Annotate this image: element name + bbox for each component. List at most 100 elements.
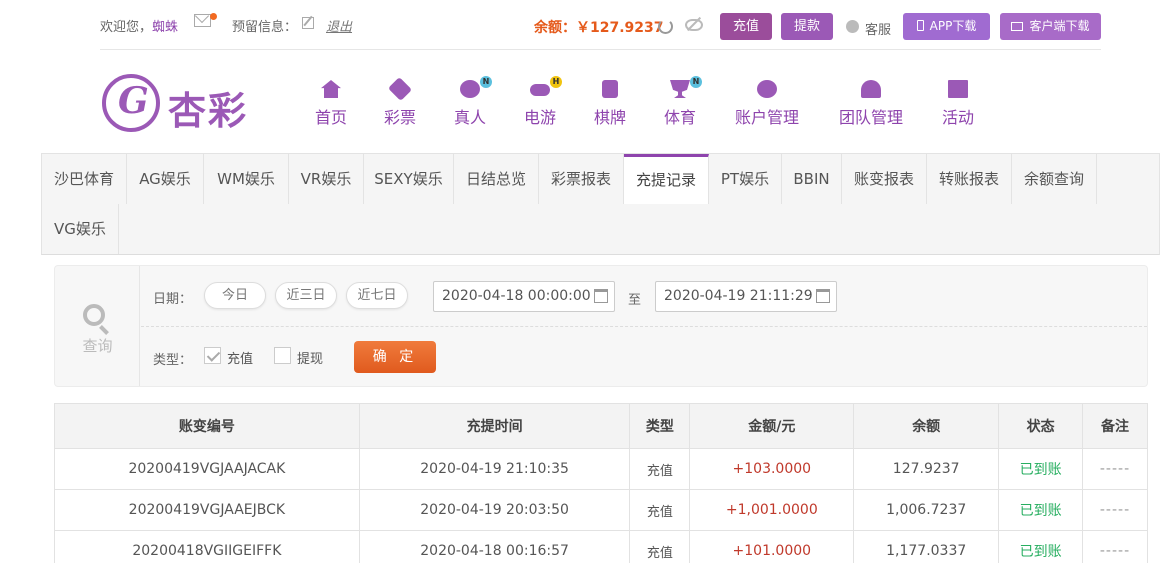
calendar-icon[interactable]: [594, 289, 608, 303]
record-id: 20200419VGJAAEJBCK: [54, 489, 360, 531]
tab-wm[interactable]: WM娱乐: [204, 154, 289, 204]
site-logo[interactable]: 杏彩: [100, 72, 260, 136]
unread-dot-icon: [210, 13, 217, 20]
tab-saba-sports[interactable]: 沙巴体育: [42, 154, 127, 204]
nav-label: 棋牌: [593, 108, 626, 127]
record-balance: 127.9237: [853, 448, 1000, 490]
nav-label: 彩票: [383, 108, 416, 127]
nav-item-lottery[interactable]: 彩票: [382, 76, 418, 128]
record-time: 2020-04-19 20:03:50: [358, 489, 631, 531]
query-side: 查询: [55, 266, 140, 386]
tab-ag[interactable]: AG娱乐: [127, 154, 204, 204]
app-download-button[interactable]: APP下载: [903, 13, 990, 40]
withdraw-checkbox[interactable]: [274, 347, 291, 364]
nav-item-live[interactable]: N 真人: [452, 76, 492, 128]
app-download-label: APP下载: [929, 19, 977, 33]
welcome-text: 欢迎您，: [100, 20, 153, 35]
col-header: 类型: [629, 403, 691, 449]
logo-text: 杏彩: [168, 89, 249, 133]
type-filter-row: 类型： 充值 提现 确 定: [141, 327, 1147, 386]
record-balance: 1,006.7237: [853, 489, 1000, 531]
tab-daily-summary[interactable]: 日结总览: [454, 154, 539, 204]
col-header: 充提时间: [358, 403, 631, 449]
nav-label: 体育: [663, 108, 696, 127]
record-type: 充值: [629, 489, 691, 531]
nav-item-egames[interactable]: H 电游: [522, 76, 562, 128]
tab-pt[interactable]: PT娱乐: [709, 154, 782, 204]
tab-deposit-withdraw-records[interactable]: 充提记录: [624, 154, 709, 204]
mail-icon[interactable]: [194, 14, 211, 27]
top-bar: 欢迎您， 蜘蛛 预留信息： 退出 余额：￥127.9237 充值 提款 客服 A…: [0, 0, 1175, 50]
logout-link[interactable]: 退出: [326, 16, 352, 35]
cards-icon: [598, 78, 622, 100]
gift-icon: [946, 78, 970, 100]
record-note: -----: [1082, 489, 1148, 531]
nav-label: 首页: [314, 108, 347, 127]
date-filter-row: 日期： 今日 近三日 近七日 2020-04-18 00:00:00 至 202…: [141, 266, 1147, 327]
record-note: -----: [1082, 448, 1148, 490]
hot-badge: H: [550, 76, 562, 88]
nav-item-account[interactable]: 账户管理: [732, 78, 802, 128]
tab-balance-change-report[interactable]: 账变报表: [842, 154, 927, 204]
tab-vr[interactable]: VR娱乐: [289, 154, 364, 204]
confirm-button[interactable]: 确 定: [354, 341, 436, 373]
hide-balance-icon[interactable]: [685, 19, 703, 31]
customer-service-link[interactable]: 客服: [865, 19, 891, 38]
report-tabs: 沙巴体育 AG娱乐 WM娱乐 VR娱乐 SEXY娱乐 日结总览 彩票报表 充提记…: [41, 153, 1160, 255]
customer-service-icon[interactable]: [846, 20, 859, 33]
record-status: 已到账: [998, 530, 1084, 563]
client-download-label: 客户端下载: [1029, 19, 1090, 33]
nav-item-home[interactable]: 首页: [313, 78, 349, 128]
record-amount: +1,001.0000: [689, 489, 855, 531]
client-download-button[interactable]: 客户端下载: [1000, 13, 1101, 40]
tab-bbin[interactable]: BBIN: [782, 154, 842, 204]
balance-label: 余额：: [534, 20, 576, 36]
edit-icon[interactable]: [302, 17, 314, 29]
nav-item-activity[interactable]: 活动: [940, 78, 976, 128]
range-7days-button[interactable]: 近七日: [346, 282, 408, 309]
phone-icon: [916, 20, 924, 31]
monitor-icon: [1011, 22, 1024, 31]
tab-balance-query[interactable]: 余额查询: [1012, 154, 1097, 204]
nav-item-chess[interactable]: 棋牌: [592, 78, 628, 128]
nav-item-sports[interactable]: N 体育: [662, 76, 702, 128]
to-label: 至: [628, 293, 642, 308]
tab-transfer-report[interactable]: 转账报表: [927, 154, 1012, 204]
type-label: 类型：: [153, 353, 193, 368]
calendar-icon[interactable]: [816, 289, 830, 303]
record-type: 充值: [629, 448, 691, 490]
deposit-checkbox-label: 充值: [227, 352, 254, 367]
start-date-input[interactable]: 2020-04-18 00:00:00: [433, 281, 615, 312]
end-date-input[interactable]: 2020-04-19 21:11:29: [655, 281, 837, 312]
withdraw-button[interactable]: 提款: [781, 13, 833, 40]
record-id: 20200419VGJAAJACAK: [54, 448, 360, 490]
nav-label: 活动: [941, 108, 974, 127]
new-badge: N: [480, 76, 492, 88]
table-row: 20200419VGJAAEJBCK 2020-04-19 20:03:50 充…: [54, 489, 1148, 531]
range-today-button[interactable]: 今日: [204, 282, 266, 309]
record-status: 已到账: [998, 489, 1084, 531]
tab-lottery-report[interactable]: 彩票报表: [539, 154, 624, 204]
nav-label: 账户管理: [734, 108, 799, 127]
record-balance: 1,177.0337: [853, 530, 1000, 563]
top-bar-inner: 欢迎您， 蜘蛛 预留信息： 退出 余额：￥127.9237 充值 提款 客服 A…: [100, 0, 1101, 50]
col-header: 金额/元: [689, 403, 855, 449]
reserved-info-label: 预留信息：: [232, 20, 298, 35]
record-type: 充值: [629, 530, 691, 563]
record-amount: +103.0000: [689, 448, 855, 490]
nav-label: 真人: [453, 108, 486, 127]
username-link[interactable]: 蜘蛛: [152, 16, 178, 35]
table-row: 20200418VGIIGEIFFK 2020-04-18 00:16:57 充…: [54, 530, 1148, 563]
refresh-icon[interactable]: [658, 19, 673, 34]
range-3days-button[interactable]: 近三日: [275, 282, 337, 309]
tab-vg[interactable]: VG娱乐: [42, 204, 119, 254]
col-header: 备注: [1082, 403, 1148, 449]
deposit-checkbox[interactable]: [204, 347, 221, 364]
start-date-value: 2020-04-18 00:00:00: [442, 288, 591, 304]
balance-display: 余额：￥127.9237: [534, 17, 664, 37]
record-status: 已到账: [998, 448, 1084, 490]
nav-item-team[interactable]: 团队管理: [836, 78, 906, 128]
record-amount: +101.0000: [689, 530, 855, 563]
charge-button[interactable]: 充值: [720, 13, 772, 40]
tab-sexy[interactable]: SEXY娱乐: [364, 154, 454, 204]
